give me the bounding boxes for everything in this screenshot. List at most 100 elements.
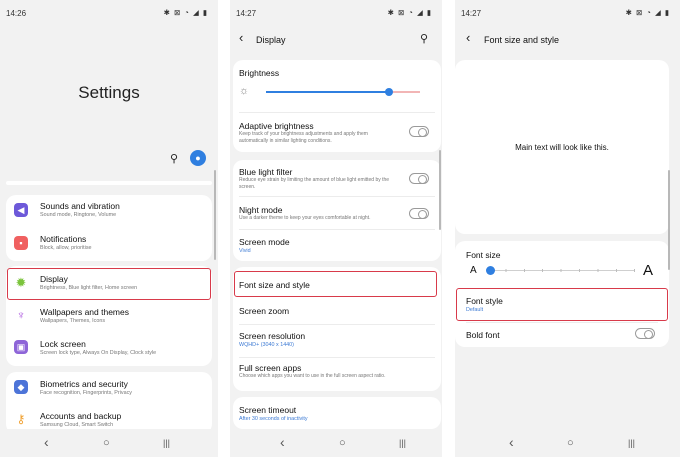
font-size-large-a: A: [643, 262, 654, 279]
home-nav-button[interactable]: ○: [339, 437, 346, 449]
adaptive-brightness-toggle[interactable]: [409, 126, 429, 137]
item-title: Notifications: [40, 234, 87, 244]
nav-bar: ‹ ○ |||: [455, 429, 680, 457]
nav-bar: ‹ ○ |||: [230, 429, 442, 457]
page-title: Display: [256, 35, 286, 45]
slider-thumb[interactable]: [385, 88, 394, 96]
key-icon: ⚷: [16, 412, 26, 426]
screen-timeout-row[interactable]: Screen timeout After 30 seconds of inact…: [233, 400, 441, 428]
scrollbar[interactable]: [214, 170, 216, 260]
screen-mode-value: Vivid: [239, 248, 251, 254]
page-title: Settings: [78, 83, 140, 102]
screen-timeout-value: After 30 seconds of inactivity: [239, 416, 308, 422]
account-avatar[interactable]: ●: [190, 150, 206, 166]
adaptive-description: Keep track of your brightness adjustment…: [239, 131, 368, 144]
bold-font-row[interactable]: Bold font: [455, 324, 669, 344]
slider-fill: [266, 91, 390, 93]
font-size-slider[interactable]: [486, 266, 635, 276]
item-subtitle: Face recognition, Fingerprints, Privacy: [40, 390, 132, 396]
shield-icon: ◆: [14, 380, 28, 394]
status-time: 14:27: [461, 9, 482, 18]
sun-small-icon: ☼: [239, 85, 250, 97]
full-screen-apps-description: Choose which apps you want to use in the…: [239, 373, 386, 379]
status-time: 14:27: [236, 9, 257, 18]
blue-light-description: Reduce eye strain by limiting the amount…: [239, 177, 390, 190]
screen-timeout-title: Screen timeout: [239, 405, 297, 415]
status-icons: ✱ ⊠ ◔ ◢ ▮: [387, 8, 432, 17]
speaker-icon: ◀: [14, 203, 28, 217]
recents-nav-button[interactable]: |||: [163, 438, 170, 448]
item-subtitle: Sound mode, Ringtone, Volume: [40, 212, 117, 218]
back-nav-button[interactable]: ‹: [44, 434, 49, 450]
night-mode-description: Use a darker theme to keep your eyes com…: [239, 215, 371, 221]
back-arrow-icon[interactable]: ‹: [466, 30, 470, 45]
divider: [239, 324, 435, 325]
scrollbar[interactable]: [439, 150, 441, 230]
item-title: Wallpapers and themes: [40, 307, 129, 317]
nav-bar: ‹ ○ |||: [0, 429, 218, 457]
status-icons: ✱ ⊠ ◔ ◢ ▮: [163, 8, 208, 17]
blue-light-row[interactable]: Blue light filter Reduce eye strain by l…: [233, 164, 441, 192]
bold-font-toggle[interactable]: [635, 328, 655, 339]
lock-icon: ▣: [14, 340, 28, 354]
status-icons: ✱ ⊠ ◔ ◢ ▮: [625, 8, 670, 17]
status-bar: 14:27 ✱ ⊠ ◔ ◢ ▮: [230, 0, 442, 26]
screen-zoom-row[interactable]: Screen zoom: [233, 300, 441, 322]
adaptive-brightness-row[interactable]: Adaptive brightness Keep track of your b…: [233, 116, 441, 150]
back-nav-button[interactable]: ‹: [280, 434, 285, 450]
divider: [239, 229, 435, 230]
status-time: 14:26: [6, 9, 27, 18]
status-bar: 14:26 ✱ ⊠ ◔ ◢ ▮: [0, 0, 218, 26]
screen-zoom-title: Screen zoom: [239, 306, 290, 316]
settings-item-sounds[interactable]: ◀ Sounds and vibration Sound mode, Ringt…: [6, 198, 212, 226]
home-nav-button[interactable]: ○: [567, 437, 574, 449]
bell-icon: ▪: [14, 236, 28, 250]
night-mode-toggle[interactable]: [409, 208, 429, 219]
font-size-style-highlight: [234, 271, 437, 297]
adaptive-title: Adaptive brightness: [239, 121, 314, 131]
screen-mode-row[interactable]: Screen mode Vivid: [233, 232, 441, 258]
font-size-label: Font size: [466, 250, 501, 260]
item-subtitle: Block, allow, prioritise: [40, 245, 92, 251]
recents-nav-button[interactable]: |||: [628, 438, 635, 448]
brush-icon: ♆: [16, 308, 26, 322]
night-mode-row[interactable]: Night mode Use a darker theme to keep yo…: [233, 200, 441, 226]
recents-nav-button[interactable]: |||: [399, 438, 406, 448]
settings-item-lock-screen[interactable]: ▣ Lock screen Screen lock type, Always O…: [6, 335, 212, 363]
preview-text: Main text will look like this.: [515, 143, 609, 152]
full-screen-apps-title: Full screen apps: [239, 363, 302, 373]
display-highlight: [7, 268, 211, 300]
font-size-small-a: A: [470, 265, 477, 276]
back-nav-button[interactable]: ‹: [509, 434, 514, 450]
search-icon[interactable]: ⚲: [170, 152, 178, 165]
divider: [239, 112, 435, 113]
slider-tick-marks: [487, 269, 635, 272]
font-style-highlight: [456, 288, 668, 321]
item-subtitle: Screen lock type, Always On Display, Clo…: [40, 350, 157, 356]
settings-item-biometrics[interactable]: ◆ Biometrics and security Face recogniti…: [6, 375, 212, 403]
screen-resolution-row[interactable]: Screen resolution WQHD+ (3040 x 1440): [233, 327, 441, 355]
night-mode-title: Night mode: [239, 205, 283, 215]
display-screen: 14:27 ✱ ⊠ ◔ ◢ ▮ ‹ Display ⚲ Brightness ☼…: [230, 0, 442, 457]
slider-thumb[interactable]: [486, 266, 495, 275]
home-nav-button[interactable]: ○: [103, 437, 110, 449]
item-subtitle: Samsung Cloud, Smart Switch: [40, 422, 114, 428]
list-card-top-edge: [6, 181, 212, 185]
item-title: Lock screen: [40, 339, 86, 349]
full-screen-apps-row[interactable]: Full screen apps Choose which apps you w…: [233, 360, 441, 388]
brightness-label: Brightness: [239, 68, 280, 78]
item-title: Accounts and backup: [40, 411, 122, 421]
screen-mode-title: Screen mode: [239, 237, 290, 247]
scrollbar[interactable]: [668, 170, 670, 270]
item-title: Biometrics and security: [40, 379, 128, 389]
blue-light-toggle[interactable]: [409, 173, 429, 184]
screen-resolution-value: WQHD+ (3040 x 1440): [239, 342, 294, 348]
brightness-slider[interactable]: [266, 88, 420, 96]
settings-item-notifications[interactable]: ▪ Notifications Block, allow, prioritise: [6, 231, 212, 259]
divider: [239, 196, 435, 197]
item-subtitle: Wallpapers, Themes, Icons: [40, 318, 106, 324]
settings-item-wallpapers[interactable]: ♆ Wallpapers and themes Wallpapers, Them…: [6, 303, 212, 331]
search-icon[interactable]: ⚲: [420, 32, 428, 45]
screen-resolution-title: Screen resolution: [239, 331, 306, 341]
back-arrow-icon[interactable]: ‹: [239, 30, 243, 45]
